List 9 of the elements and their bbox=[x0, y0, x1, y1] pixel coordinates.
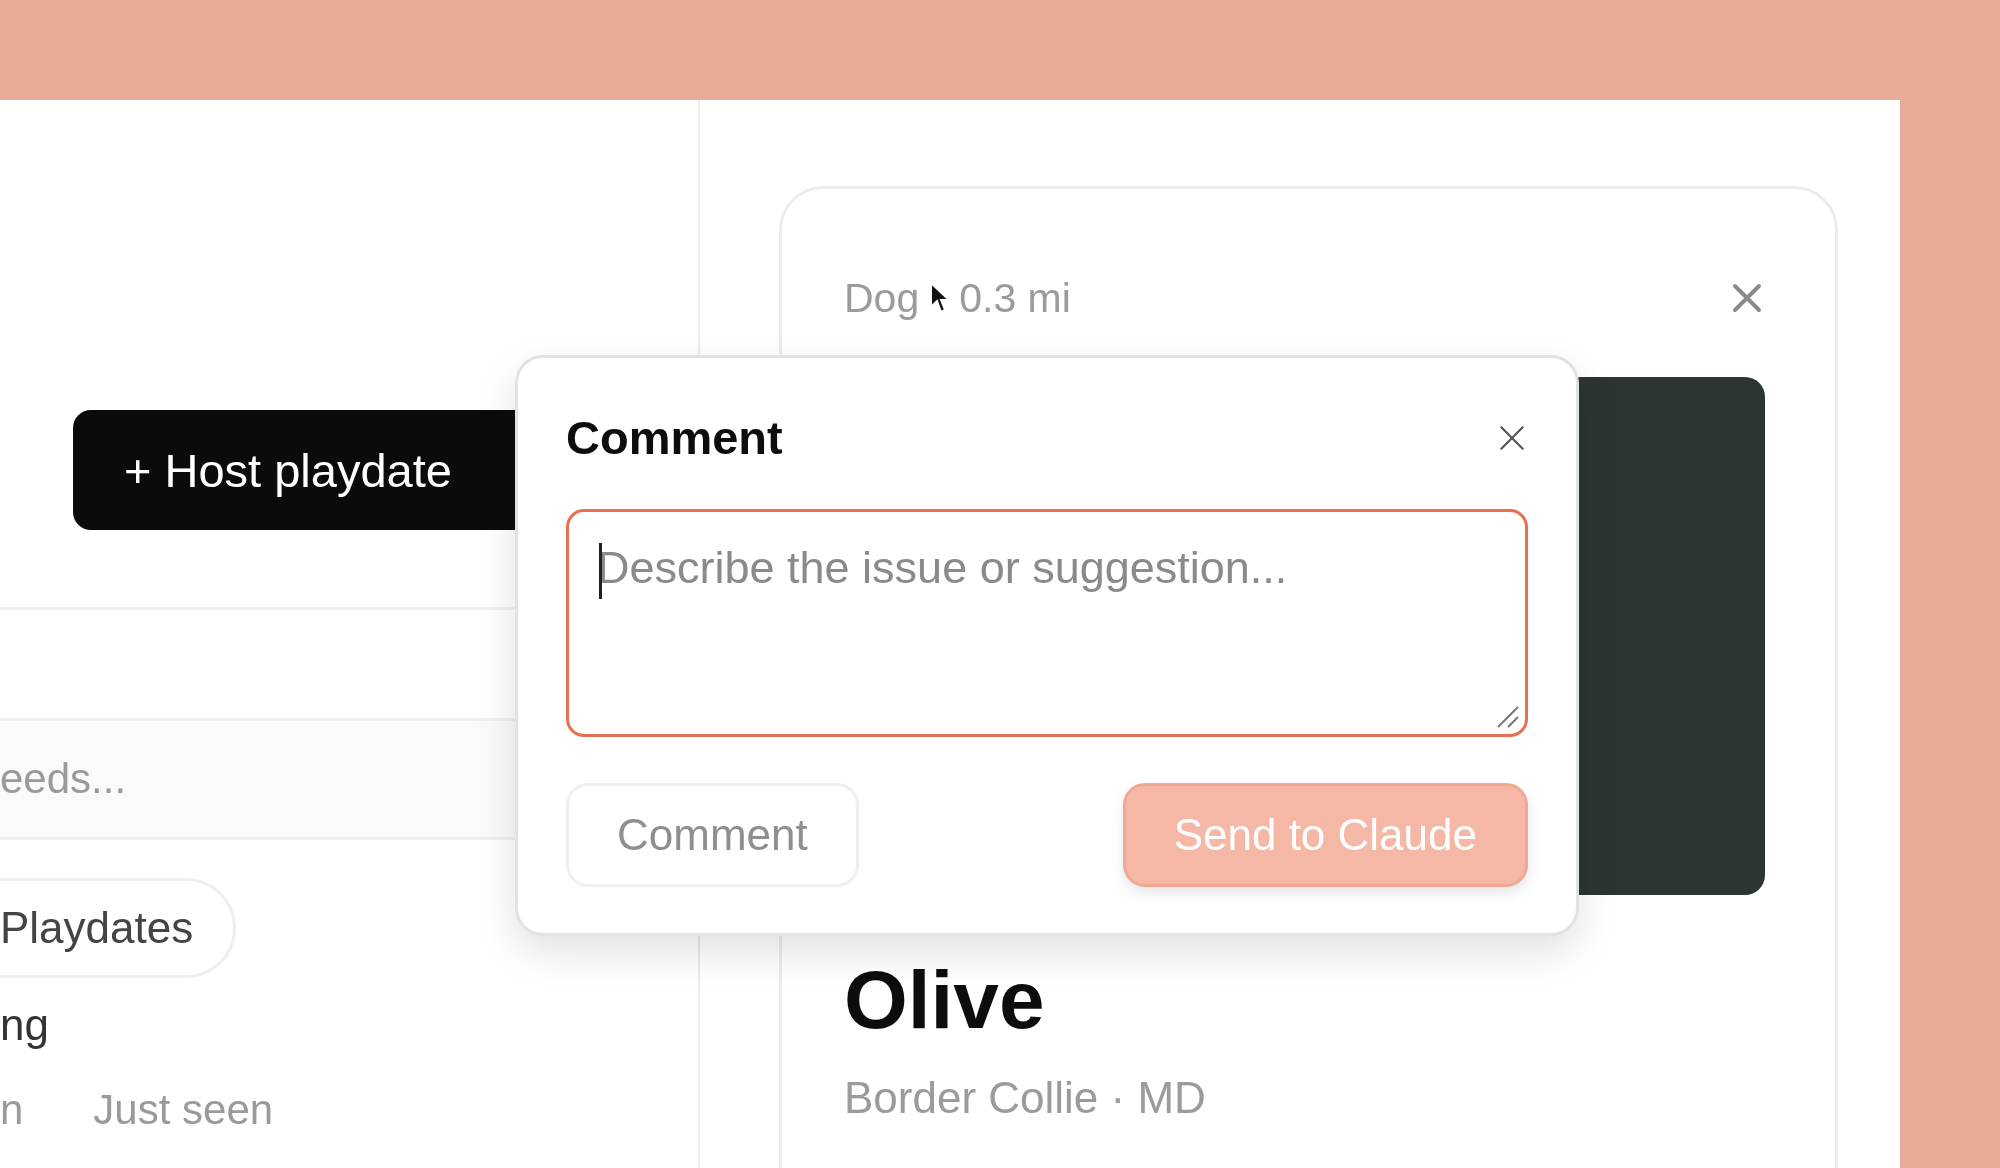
dog-name: Olive bbox=[844, 953, 1046, 1047]
list-item-meta: n bbox=[0, 1086, 24, 1134]
distance-label: 0.3 mi bbox=[959, 274, 1071, 322]
last-seen-text: Just seen bbox=[93, 1086, 274, 1134]
filter-chip[interactable]: Playdates bbox=[0, 878, 237, 978]
comment-input[interactable]: Describe the issue or suggestion... bbox=[566, 509, 1528, 737]
dog-breed-location: Border Collie · MD bbox=[844, 1073, 1207, 1123]
list-item-title: ng bbox=[0, 1000, 50, 1050]
card-type-label: Dog bbox=[844, 274, 920, 322]
